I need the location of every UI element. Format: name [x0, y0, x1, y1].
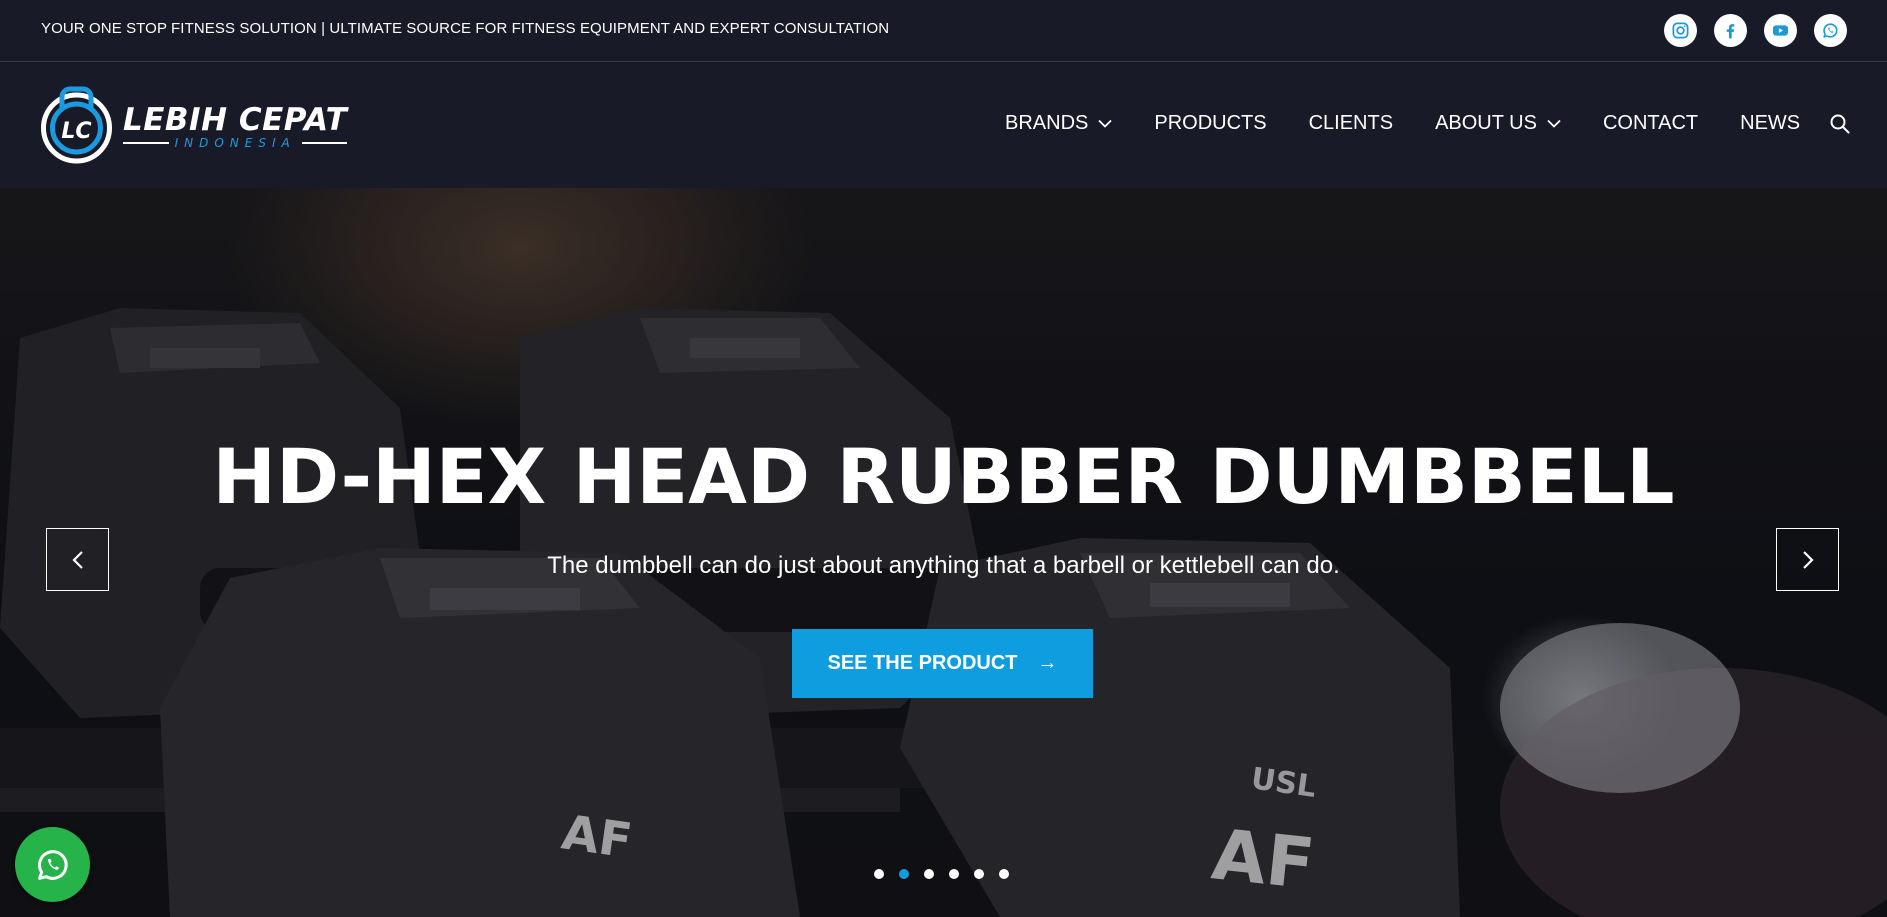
slide-dot-active[interactable]: [899, 869, 909, 879]
previous-slide-button[interactable]: [46, 528, 109, 591]
chevron-down-icon: [1098, 119, 1112, 128]
hero-slider: AF AF USL HD-HEX HEAD RUBBER DUMBBELL Th…: [0, 188, 1887, 917]
nav-item-label: CONTACT: [1602, 112, 1699, 134]
arrow-right-icon: →: [1037, 652, 1058, 674]
see-product-button[interactable]: SEE THE PRODUCT →: [792, 629, 1093, 698]
nav-item-products[interactable]: PRODUCTS: [1154, 112, 1266, 135]
nav-item-news[interactable]: NEWS: [1740, 112, 1800, 135]
nav-item-clients[interactable]: CLIENTS: [1309, 112, 1393, 135]
nav-item-label: ABOUT US: [1435, 112, 1537, 134]
slide-dot[interactable]: [924, 869, 934, 879]
youtube-icon[interactable]: [1764, 14, 1797, 47]
slide-dot[interactable]: [874, 869, 884, 879]
chevron-right-icon: [1802, 550, 1814, 569]
chevron-down-icon: [1547, 119, 1561, 128]
tagline: YOUR ONE STOP FITNESS SOLUTION | ULTIMAT…: [41, 20, 890, 37]
slider-pagination: [874, 869, 1009, 879]
whatsapp-icon: [37, 849, 68, 880]
main-nav: BRANDS PRODUCTS CLIENTS ABOUT US CONTACT…: [1005, 112, 1842, 135]
nav-item-contact[interactable]: CONTACT: [1603, 112, 1698, 135]
instagram-icon[interactable]: [1664, 14, 1697, 47]
kettlebell-logo-icon: LC: [41, 86, 112, 164]
logo-name: LEBIH CEPAT: [123, 102, 348, 138]
svg-text:LC: LC: [61, 119, 91, 144]
social-links: [1664, 14, 1847, 47]
main-header: LC LEBIH CEPAT INDONESIA BRANDS PRODUCTS…: [0, 63, 1887, 188]
nav-item-label: PRODUCTS: [1154, 112, 1267, 134]
whatsapp-chat-button[interactable]: [15, 827, 90, 902]
facebook-icon[interactable]: [1714, 14, 1747, 47]
slide-dot[interactable]: [999, 869, 1009, 879]
search-icon[interactable]: [1829, 113, 1851, 135]
slide-dot[interactable]: [949, 869, 959, 879]
site-logo[interactable]: LC LEBIH CEPAT INDONESIA: [40, 83, 348, 165]
cta-label: SEE THE PRODUCT: [827, 652, 1018, 674]
hero-subtitle: The dumbbell can do just about anything …: [547, 552, 1340, 579]
chevron-left-icon: [71, 550, 83, 569]
nav-item-label: CLIENTS: [1308, 112, 1394, 134]
hero-title: HD-HEX HEAD RUBBER DUMBBELL: [212, 432, 1675, 521]
logo-subtitle: INDONESIA: [174, 136, 296, 150]
nav-item-label: NEWS: [1740, 112, 1801, 134]
nav-item-about-us[interactable]: ABOUT US: [1435, 112, 1561, 135]
top-bar: YOUR ONE STOP FITNESS SOLUTION | ULTIMAT…: [0, 0, 1887, 62]
nav-item-label: BRANDS: [1005, 112, 1089, 134]
slide-dot[interactable]: [974, 869, 984, 879]
next-slide-button[interactable]: [1776, 528, 1839, 591]
whatsapp-icon[interactable]: [1814, 14, 1847, 47]
nav-item-brands[interactable]: BRANDS: [1005, 112, 1112, 135]
